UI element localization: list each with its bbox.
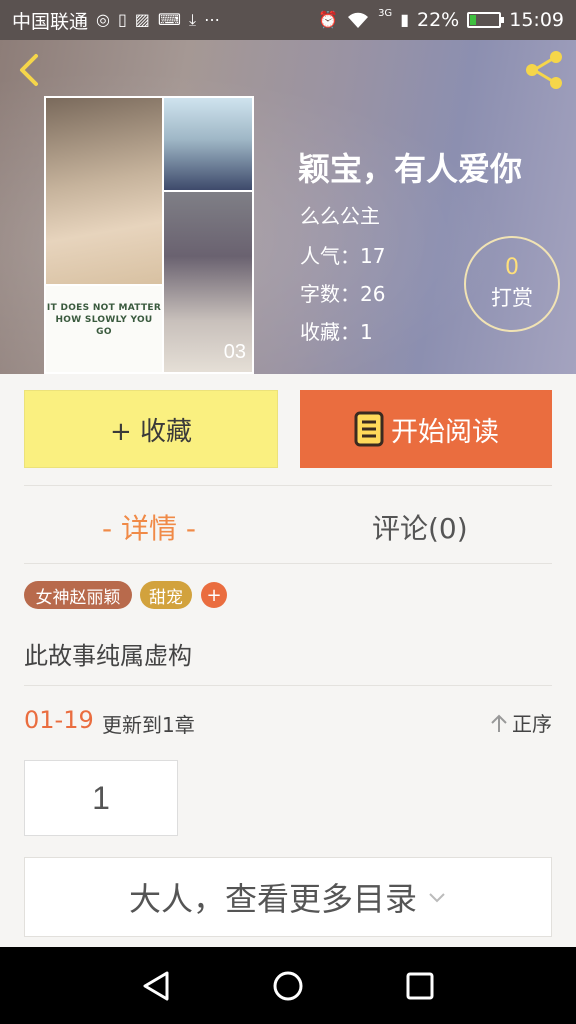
back-button[interactable] [14, 50, 50, 90]
book-cover: IT DOES NOT MATTER HOW SLOWLY YOU GO 03 [44, 96, 254, 374]
keyboard-icon: ⌨ [157, 10, 182, 29]
tip-button[interactable]: 0 打赏 [464, 236, 560, 332]
arrow-up-icon [491, 714, 507, 732]
chapter-item[interactable]: 1 [24, 760, 178, 836]
signal-icon: 3G [378, 8, 393, 19]
book-description: 此故事纯属虚构 [24, 642, 192, 670]
chevron-left-icon [20, 54, 38, 86]
share-button[interactable] [522, 48, 566, 92]
view-more-catalog-button[interactable]: 大人，查看更多目录 [24, 857, 552, 937]
sim-icon: ▯ [117, 10, 127, 29]
start-reading-label: 开始阅读 [391, 416, 499, 448]
tip-count: 0 [505, 254, 519, 280]
add-tag-button[interactable]: + [201, 582, 227, 608]
update-status: 更新到1章 [102, 713, 195, 737]
divider [24, 685, 552, 686]
popularity-stat: 人气：17 [300, 244, 386, 268]
add-favorite-label: + 收藏 [109, 416, 193, 447]
cover-photo-hat [164, 98, 252, 190]
tip-label: 打赏 [491, 286, 533, 311]
divider [24, 485, 552, 486]
download-icon: ⤓ [189, 10, 197, 29]
nav-back-button[interactable] [126, 956, 186, 1016]
nav-home-button[interactable] [258, 956, 318, 1016]
battery-charging-icon [467, 12, 505, 28]
battery-percent: 22% [417, 9, 460, 31]
tab-detail[interactable]: - 详情 - [102, 504, 196, 550]
chevron-down-icon [429, 893, 445, 903]
word-count-stat: 字数：26 [300, 282, 386, 306]
tab-comments[interactable]: 评论(0) [372, 504, 468, 550]
book-author: 么么公主 [300, 204, 380, 228]
status-bar: 中国联通 ◎ ▯ ▨ ⌨ ⤓ ⋯ ⏰ 3G ▮ 22% 15:09 [0, 0, 576, 40]
triangle-back-icon [143, 971, 169, 1000]
view-more-catalog-label: 大人，查看更多目录 [128, 880, 417, 918]
circle-home-icon [273, 971, 303, 1000]
favorites-stat: 收藏：1 [300, 320, 373, 344]
cover-quote: IT DOES NOT MATTER HOW SLOWLY YOU GO [46, 286, 162, 372]
alarm-icon: ⏰ [318, 10, 339, 29]
book-header: IT DOES NOT MATTER HOW SLOWLY YOU GO 03 … [0, 40, 576, 374]
update-date: 01-19 [24, 706, 94, 734]
sort-order-label: 正序 [512, 712, 552, 736]
share-icon [526, 51, 562, 89]
add-favorite-button[interactable]: + 收藏 [24, 390, 278, 468]
image-icon: ▨ [134, 10, 150, 29]
wifi-icon [348, 12, 369, 28]
more-icon: ⋯ [204, 10, 221, 29]
sort-order-button[interactable]: 正序 [490, 708, 552, 737]
navigation-bar [0, 947, 576, 1024]
notification-icon: ◎ [96, 10, 110, 29]
tag-goddess[interactable]: 女神赵丽颖 [24, 581, 132, 609]
cover-number: 03 [223, 341, 246, 363]
sim-card-icon: ▮ [400, 10, 409, 29]
book-title: 颖宝，有人爱你 [298, 150, 523, 188]
divider [24, 563, 552, 564]
tag-sweet[interactable]: 甜宠 [140, 581, 192, 609]
cover-photo-gown [46, 98, 162, 284]
book-icon [354, 411, 384, 447]
start-reading-button[interactable]: 开始阅读 [300, 390, 552, 468]
square-recents-icon [406, 972, 434, 999]
carrier-name: 中国联通 [12, 10, 89, 33]
clock: 15:09 [509, 9, 564, 31]
nav-recents-button[interactable] [390, 956, 450, 1016]
